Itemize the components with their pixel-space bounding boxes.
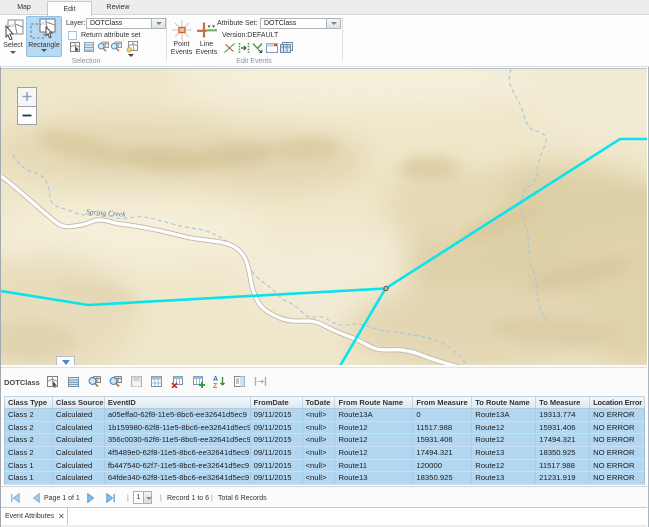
- svg-text:Z: Z: [213, 383, 218, 388]
- svg-text:A: A: [213, 376, 218, 383]
